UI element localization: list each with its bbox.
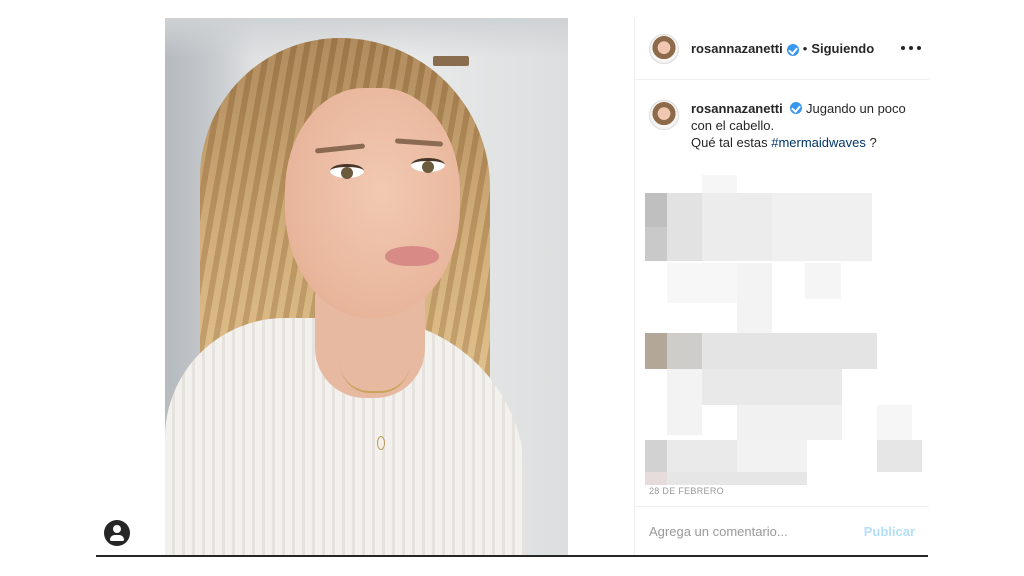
instagram-post-viewer: rosannazanetti • Siguiendo rosannazanett…	[0, 0, 1024, 576]
verified-badge-icon	[786, 43, 799, 56]
post-caption: rosannazanetti Jugando un poco con el ca…	[649, 100, 919, 151]
comment-bar: Agrega un comentario... Publicar	[635, 506, 929, 556]
verified-badge-icon	[790, 102, 803, 114]
post-date[interactable]: 28 DE FEBRERO	[649, 486, 724, 496]
header-avatar[interactable]	[649, 33, 679, 64]
post-header: rosannazanetti • Siguiendo	[635, 18, 929, 80]
caption-username[interactable]: rosannazanetti	[691, 101, 783, 116]
post-photo[interactable]	[165, 18, 568, 556]
bottom-divider	[96, 555, 928, 557]
photo-face	[285, 88, 460, 318]
hashtag-link[interactable]: #mermaidwaves	[771, 135, 866, 150]
more-options-icon[interactable]	[901, 38, 921, 58]
photo-ceiling-lamp	[433, 56, 469, 66]
header-username[interactable]: rosannazanetti	[691, 41, 783, 56]
post-side-panel: rosannazanetti • Siguiendo rosannazanett…	[634, 18, 929, 556]
caption-line-3-suffix: ?	[865, 135, 877, 150]
photo-lips	[385, 246, 439, 266]
pixelated-comments	[645, 175, 925, 485]
following-button[interactable]: Siguiendo	[811, 41, 874, 56]
header-separator: •	[802, 41, 808, 56]
photo-left-eye	[330, 164, 364, 179]
caption-text: rosannazanetti Jugando un poco con el ca…	[691, 100, 906, 151]
publish-button[interactable]: Publicar	[864, 524, 915, 539]
caption-line-1: Jugando un poco	[806, 101, 906, 116]
caption-line-3-prefix: Qué tal estas	[691, 135, 772, 150]
photo-right-eye	[411, 158, 445, 173]
comment-input[interactable]: Agrega un comentario...	[649, 524, 864, 539]
user-profile-icon[interactable]	[104, 520, 130, 546]
photo-pendant	[377, 436, 385, 450]
caption-line-2: con el cabello.	[691, 118, 775, 133]
caption-avatar[interactable]	[649, 100, 679, 130]
